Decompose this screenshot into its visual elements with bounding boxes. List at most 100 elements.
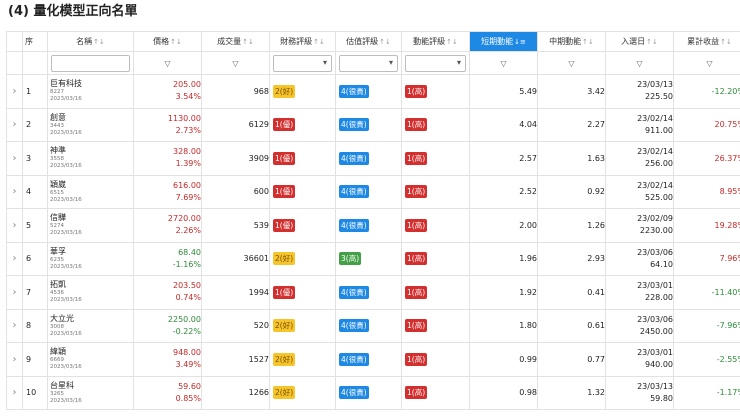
col-short-momentum[interactable]: 短期動能↓≡ <box>469 31 538 52</box>
col-volume[interactable]: 成交量↑↓ <box>201 31 270 52</box>
col-name-label: 名稱 <box>76 37 93 46</box>
table-row[interactable]: › 6 華孚 6235 2023/03/16 68.40 -1.16% 36601 2(好) 3(… <box>6 241 740 276</box>
volume-value: 1527 <box>201 342 270 377</box>
col-price[interactable]: 價格↑↓ <box>133 31 202 52</box>
stock-table: 序 名稱↑↓ 價格↑↓ 成交量↑↓ 財務評級↑↓ 估值評級↑↓ 動能評級↑↓ 短… <box>6 31 740 410</box>
short-momentum-value: 1.96 <box>469 241 538 276</box>
volume-value: 36601 <box>201 241 270 276</box>
row-seq: 4 <box>22 174 48 209</box>
sort-icon: ↑↓ <box>242 38 254 46</box>
chevron-right-icon[interactable]: › <box>13 387 17 398</box>
table-row[interactable]: › 5 信驊 5274 2023/03/16 2720.00 2.26% 539 1(優) 4(很… <box>6 208 740 243</box>
short-momentum-value: 5.49 <box>469 74 538 109</box>
price-filter-icon[interactable]: ▽ <box>135 53 201 74</box>
table-row[interactable]: › 1 巨有科技 8227 2023/03/16 205.00 3.54% 968 2(好) 4(… <box>6 74 740 109</box>
stock-name[interactable]: 信驊 <box>49 213 133 223</box>
chevron-right-icon[interactable]: › <box>13 320 17 331</box>
col-fin-rating[interactable]: 財務評級↑↓ <box>269 31 336 52</box>
entry-filter-icon[interactable]: ▽ <box>607 53 673 74</box>
chevron-down-icon: ▾ <box>388 57 393 67</box>
col-name[interactable]: 名稱↑↓ <box>47 31 134 52</box>
table-row[interactable]: › 7 拓凱 4536 2023/03/16 203.50 0.74% 1994 1(優) 4(很… <box>6 275 740 310</box>
price-value: 2250.00 <box>167 314 201 324</box>
entry-price: 940.00 <box>645 360 673 370</box>
fin-rating-badge: 1(優) <box>273 118 296 132</box>
chevron-right-icon[interactable]: › <box>13 287 17 298</box>
price-change: -1.16% <box>172 259 201 269</box>
stock-name[interactable]: 緯穎 <box>49 347 133 357</box>
col-cum-return[interactable]: 累計收益↑↓ <box>673 31 740 52</box>
row-seq: 8 <box>22 308 48 343</box>
price-change: 3.54% <box>175 92 201 102</box>
chevron-right-icon[interactable]: › <box>13 220 17 231</box>
mom-rating-badge: 1(高) <box>405 319 428 333</box>
table-row[interactable]: › 2 創意 3443 2023/03/16 1130.00 2.73% 6129 1(優) 4(… <box>6 107 740 142</box>
col-entry-label: 入選日 <box>621 37 646 46</box>
chevron-right-icon[interactable]: › <box>13 186 17 197</box>
name-filter-input[interactable] <box>51 54 130 72</box>
cum-return-value: 7.96% <box>673 241 740 276</box>
price-value: 328.00 <box>173 147 201 157</box>
stock-name[interactable]: 大立光 <box>49 314 133 324</box>
volume-filter-icon[interactable]: ▽ <box>203 53 269 74</box>
col-entry-date[interactable]: 入選日↑↓ <box>605 31 674 52</box>
fin-rating-badge: 2(好) <box>273 84 296 98</box>
fin-rating-badge: 2(好) <box>273 319 296 333</box>
table-row[interactable]: › 9 緯穎 6669 2023/03/16 948.00 3.49% 1527 2(好) 4(很… <box>6 342 740 377</box>
short-momentum-value: 0.98 <box>469 375 538 410</box>
col-mid-momentum[interactable]: 中期動能↑↓ <box>537 31 606 52</box>
col-mom-rating[interactable]: 動能評級↑↓ <box>401 31 470 52</box>
entry-price: 2230.00 <box>639 226 673 236</box>
stock-name[interactable]: 拓凱 <box>49 280 133 290</box>
entry-date: 23/02/09 <box>637 214 673 224</box>
chevron-right-icon[interactable]: › <box>13 354 17 365</box>
val-rating-select[interactable]: ▾ <box>339 54 398 72</box>
price-change: 2.26% <box>175 226 201 236</box>
price-value: 59.60 <box>178 381 201 391</box>
stock-code: 3265 <box>50 390 64 397</box>
entry-date: 23/03/06 <box>637 247 673 257</box>
table-row[interactable]: › 4 穎崴 6515 2023/03/16 616.00 7.69% 600 1(優) 4(很貴… <box>6 174 740 209</box>
price-change: 0.85% <box>175 393 201 403</box>
volume-value: 3909 <box>201 141 270 176</box>
fin-rating-select[interactable]: ▾ <box>273 54 332 72</box>
stock-code: 4536 <box>50 290 64 297</box>
row-seq: 9 <box>22 342 48 377</box>
quote-date: 2023/03/16 <box>50 129 82 136</box>
chevron-right-icon[interactable]: › <box>13 119 17 130</box>
quote-date: 2023/03/16 <box>50 297 82 304</box>
chevron-right-icon[interactable]: › <box>13 153 17 164</box>
chevron-right-icon[interactable]: › <box>13 253 17 264</box>
fin-rating-badge: 1(優) <box>273 285 296 299</box>
stock-name[interactable]: 華孚 <box>49 247 133 257</box>
table-row[interactable]: › 10 台星科 3265 2023/03/16 59.60 0.85% 1266 2(好) 4(… <box>6 375 740 410</box>
chevron-right-icon[interactable]: › <box>13 86 17 97</box>
mid-momentum-value: 0.41 <box>537 275 606 310</box>
table-row[interactable]: › 8 大立光 3008 2023/03/16 2250.00 -0.22% 520 2(好) 4… <box>6 308 740 343</box>
volume-value: 1994 <box>201 275 270 310</box>
cum-return-value: 8.95% <box>673 174 740 209</box>
entry-price: 225.50 <box>645 92 673 102</box>
table-row[interactable]: › 3 神準 3558 2023/03/16 328.00 1.39% 3909 1(優) 4(很… <box>6 141 740 176</box>
val-rating-badge: 4(很貴) <box>339 386 369 400</box>
stock-name[interactable]: 創意 <box>49 113 133 123</box>
price-change: 0.74% <box>175 293 201 303</box>
row-seq: 5 <box>22 208 48 243</box>
short-filter-icon[interactable]: ▽ <box>471 53 537 74</box>
mom-rating-badge: 1(高) <box>405 285 428 299</box>
cum-filter-icon[interactable]: ▽ <box>675 53 740 74</box>
quote-date: 2023/03/16 <box>50 163 82 170</box>
stock-name[interactable]: 巨有科技 <box>49 79 133 89</box>
short-momentum-value: 1.92 <box>469 275 538 310</box>
mom-rating-select[interactable]: ▾ <box>405 54 466 72</box>
volume-value: 968 <box>201 74 270 109</box>
stock-name[interactable]: 神準 <box>49 146 133 156</box>
mid-filter-icon[interactable]: ▽ <box>539 53 605 74</box>
row-seq: 10 <box>22 375 48 410</box>
stock-name[interactable]: 穎崴 <box>49 180 133 190</box>
col-val-rating[interactable]: 估值評級↑↓ <box>335 31 402 52</box>
entry-price: 59.80 <box>650 393 673 403</box>
entry-date: 23/03/01 <box>637 348 673 358</box>
stock-name[interactable]: 台星科 <box>49 381 133 391</box>
col-mom-label: 動能評級 <box>413 37 446 46</box>
